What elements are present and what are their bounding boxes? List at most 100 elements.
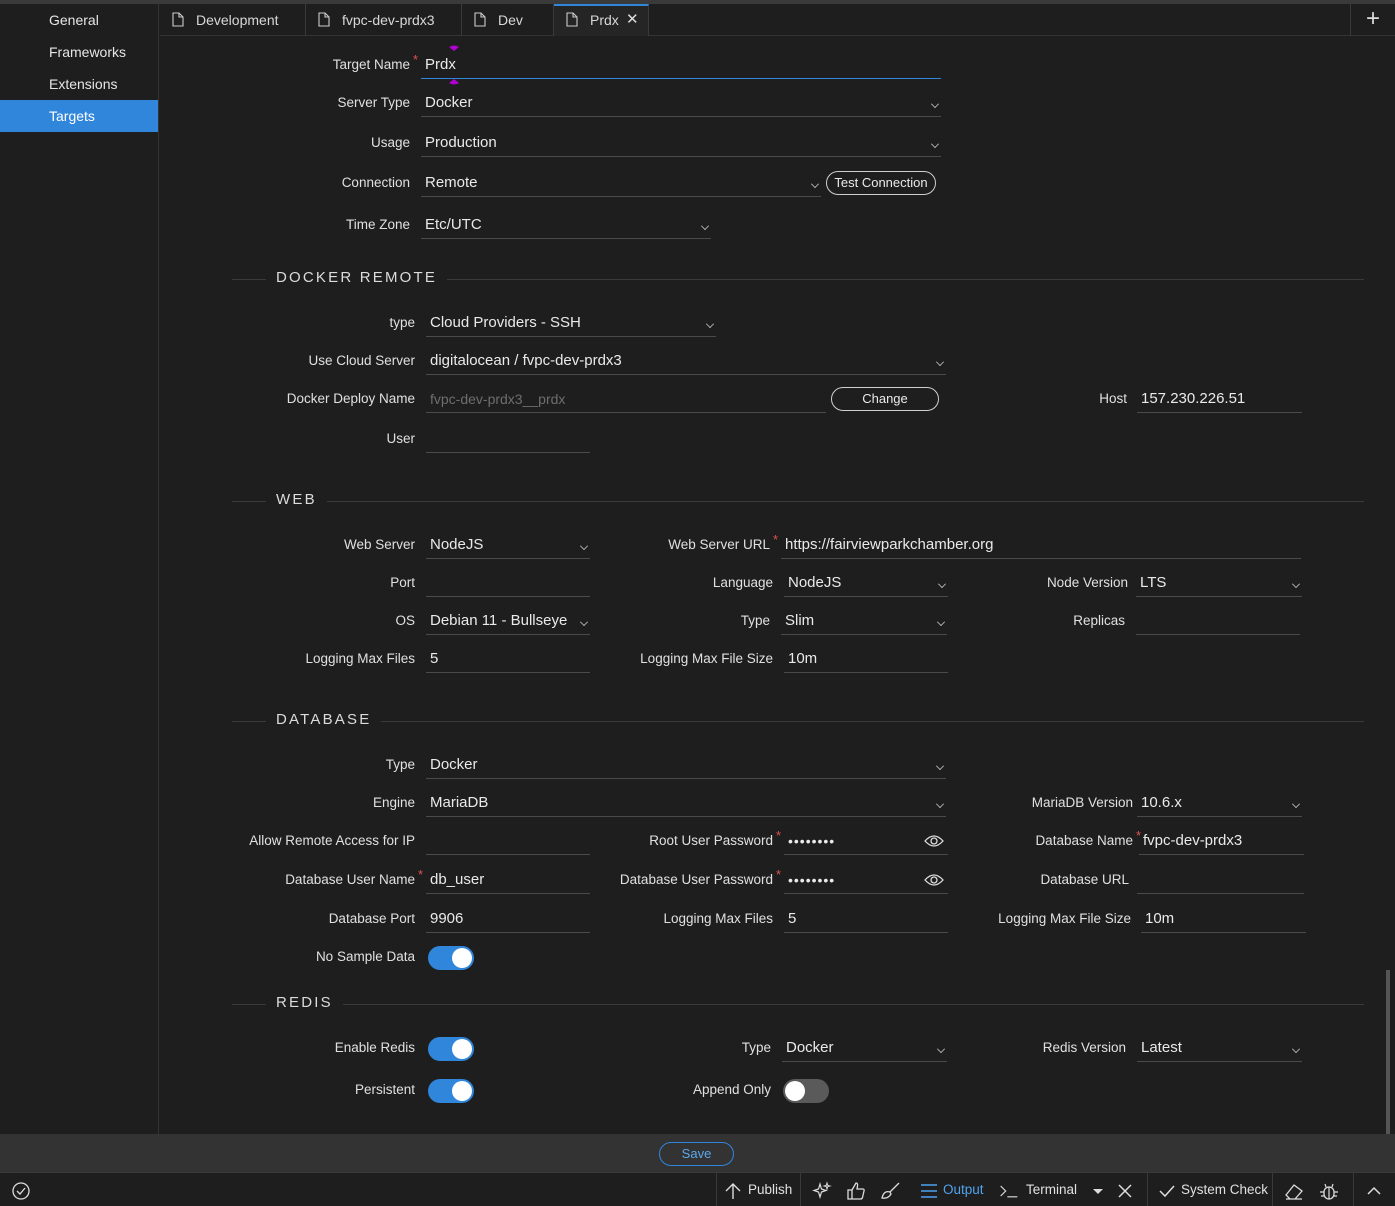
db-engine-select[interactable]: MariaDB — [426, 791, 946, 817]
sparkle-icon[interactable] — [812, 1181, 832, 1201]
db-logging-files-input[interactable]: 5 — [784, 907, 948, 933]
status-bar: Publish Output Terminal System Check — [0, 1172, 1395, 1206]
redis-version-select[interactable]: Latest — [1137, 1036, 1302, 1062]
append-only-toggle[interactable] — [783, 1079, 829, 1103]
no-sample-data-toggle[interactable] — [428, 946, 474, 970]
enable-redis-label: Enable Redis — [334, 1040, 415, 1055]
close-tab-icon[interactable]: ✕ — [626, 4, 639, 36]
check-circle-icon[interactable] — [11, 1181, 31, 1201]
sidebar-item-frameworks[interactable]: Frameworks — [0, 36, 158, 68]
web-server-select[interactable]: NodeJS — [426, 533, 590, 559]
eraser-icon[interactable] — [1284, 1181, 1304, 1201]
chevron-down-icon — [701, 222, 709, 230]
connection-select[interactable]: Remote — [421, 171, 821, 197]
replicas-input[interactable] — [1136, 609, 1300, 635]
persistent-toggle[interactable] — [428, 1079, 474, 1103]
tab-prdx[interactable]: Prdx ✕ — [554, 4, 649, 36]
tab-dev[interactable]: Dev — [462, 4, 554, 36]
action-bar: Save — [0, 1134, 1395, 1172]
os-select[interactable]: Debian 11 - Bullseye — [426, 609, 590, 635]
os-label: OS — [395, 613, 415, 628]
server-type-label: Server Type — [337, 95, 410, 110]
db-port-input[interactable]: 9906 — [426, 907, 590, 933]
replicas-label: Replicas — [1073, 613, 1125, 628]
broom-icon[interactable] — [880, 1181, 900, 1201]
web-logging-files-input[interactable]: 5 — [426, 647, 590, 673]
db-logging-size-input[interactable]: 10m — [1141, 907, 1306, 933]
web-heading: WEB — [266, 491, 327, 508]
web-server-url-input[interactable]: https://fairviewparkchamber.org — [781, 533, 1301, 559]
chevron-down-icon — [938, 580, 946, 588]
remote-type-select[interactable]: Cloud Providers - SSH — [426, 311, 716, 337]
change-button[interactable]: Change — [831, 387, 939, 411]
no-sample-data-label: No Sample Data — [315, 949, 415, 964]
language-select[interactable]: NodeJS — [784, 571, 948, 597]
caret-down-icon[interactable] — [1088, 1181, 1108, 1201]
enable-redis-toggle[interactable] — [428, 1037, 474, 1061]
target-form: Target Name * Prdx Server Type Docker Usa… — [160, 37, 1395, 1134]
tab-development[interactable]: Development — [160, 4, 306, 36]
save-button[interactable]: Save — [659, 1142, 734, 1166]
required-marker: * — [412, 52, 418, 67]
sidebar-item-targets[interactable]: Targets — [0, 100, 158, 132]
chevron-down-icon — [1292, 800, 1300, 808]
append-only-label: Append Only — [692, 1082, 771, 1097]
close-icon[interactable] — [1115, 1181, 1135, 1201]
db-logging-files-label: Logging Max Files — [663, 911, 773, 926]
chevron-down-icon — [937, 1045, 945, 1053]
timezone-select[interactable]: Etc/UTC — [421, 213, 711, 239]
chevron-down-icon — [931, 100, 939, 108]
terminal-tab[interactable]: Terminal — [1026, 1173, 1077, 1206]
show-password-icon[interactable] — [924, 834, 944, 848]
thumbs-up-icon[interactable] — [846, 1181, 866, 1201]
web-logging-size-input[interactable]: 10m — [784, 647, 948, 673]
mariadb-version-select[interactable]: 10.6.x — [1137, 791, 1302, 817]
tab-fvpc-dev-prdx3[interactable]: fvpc-dev-prdx3 — [306, 4, 462, 36]
bug-icon[interactable] — [1319, 1181, 1339, 1201]
port-input[interactable] — [426, 571, 590, 597]
divider — [800, 1173, 801, 1206]
connection-label: Connection — [341, 175, 410, 190]
web-server-label: Web Server — [343, 537, 415, 552]
db-type-select[interactable]: Docker — [426, 753, 946, 779]
document-icon — [172, 12, 184, 27]
chevron-up-icon[interactable] — [1364, 1181, 1384, 1201]
document-icon — [566, 12, 578, 27]
publish-button[interactable]: Publish — [748, 1173, 792, 1206]
db-user-input[interactable]: db_user — [426, 868, 590, 894]
scrollbar-thumb[interactable] — [1386, 970, 1390, 1134]
show-password-icon[interactable] — [924, 873, 944, 887]
server-type-select[interactable]: Docker — [421, 91, 941, 117]
chevron-down-icon — [580, 618, 588, 626]
add-tab-button[interactable]: + — [1350, 4, 1395, 36]
database-name-input[interactable]: fvpc-dev-prdx3 — [1139, 829, 1304, 855]
text-cursor-handle-icon — [449, 45, 459, 85]
db-engine-label: Engine — [372, 795, 415, 810]
db-type-label: Type — [385, 757, 415, 772]
database-heading: DATABASE — [266, 711, 382, 728]
usage-select[interactable]: Production — [421, 131, 941, 157]
web-logging-size-label: Logging Max File Size — [640, 651, 773, 666]
remote-ip-input[interactable] — [426, 829, 590, 855]
section-divider — [232, 501, 1364, 502]
redis-type-select[interactable]: Docker — [782, 1036, 947, 1062]
persistent-label: Persistent — [354, 1082, 415, 1097]
host-input[interactable]: 157.230.226.51 — [1137, 387, 1302, 413]
chevron-down-icon — [1292, 1045, 1300, 1053]
system-check-button[interactable]: System Check — [1181, 1173, 1268, 1206]
sidebar-item-general[interactable]: General — [0, 4, 158, 36]
root-password-label: Root User Password * — [649, 828, 781, 848]
mariadb-version-label: MariaDB Version — [1031, 795, 1133, 810]
web-type-select[interactable]: Slim — [781, 609, 947, 635]
output-tab[interactable]: Output — [943, 1173, 984, 1206]
cloud-server-select[interactable]: digitalocean / fvpc-dev-prdx3 — [426, 349, 946, 375]
node-version-select[interactable]: LTS — [1136, 571, 1302, 597]
user-input[interactable] — [426, 427, 590, 453]
deploy-name-input[interactable]: fvpc-dev-prdx3__prdx — [426, 387, 826, 413]
database-name-label: Database Name * — [1035, 828, 1141, 848]
database-url-input[interactable] — [1137, 868, 1304, 894]
test-connection-button[interactable]: Test Connection — [826, 171, 936, 195]
sidebar-item-extensions[interactable]: Extensions — [0, 68, 158, 100]
target-name-input[interactable]: Prdx — [421, 53, 941, 79]
chevron-down-icon — [706, 320, 714, 328]
